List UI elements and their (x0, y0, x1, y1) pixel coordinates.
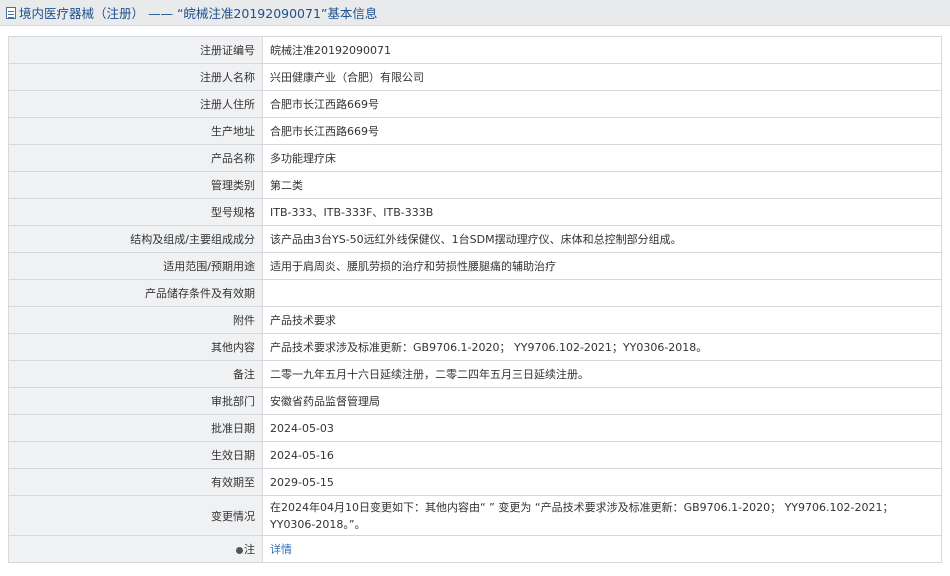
table-row: 适用范围/预期用途 适用于肩周炎、腰肌劳损的治疗和劳损性腰腿痛的辅助治疗 (8, 252, 942, 280)
row-value: 在2024年04月10日变更如下：其他内容由“ ” 变更为 “产品技术要求涉及标… (262, 495, 942, 536)
row-value: 2024-05-16 (262, 441, 942, 469)
note-row: 注 详情 (8, 535, 942, 563)
row-label: 型号规格 (8, 198, 263, 226)
row-label: 批准日期 (8, 414, 263, 442)
row-label: 有效期至 (8, 468, 263, 496)
row-label: 其他内容 (8, 333, 263, 361)
table-row: 审批部门 安徽省药品监督管理局 (8, 387, 942, 415)
table-row: 备注 二零一九年五月十六日延续注册，二零二四年五月三日延续注册。 (8, 360, 942, 388)
info-table: 注册证编号 皖械注准20192090071 注册人名称 兴田健康产业（合肥）有限… (8, 36, 942, 563)
row-label: 生效日期 (8, 441, 263, 469)
row-label: 注册证编号 (8, 36, 263, 64)
row-label: 适用范围/预期用途 (8, 252, 263, 280)
table-row: 注册人住所 合肥市长江西路669号 (8, 90, 942, 118)
row-value: 产品技术要求涉及标准更新：GB9706.1-2020； YY9706.102-2… (262, 333, 942, 361)
row-value: 该产品由3台YS-50远红外线保健仪、1台SDM摆动理疗仪、床体和总控制部分组成… (262, 225, 942, 253)
table-row: 产品名称 多功能理疗床 (8, 144, 942, 172)
row-value: 第二类 (262, 171, 942, 199)
table-row: 型号规格 ITB-333、ITB-333F、ITB-333B (8, 198, 942, 226)
row-label: 注册人住所 (8, 90, 263, 118)
row-value: ITB-333、ITB-333F、ITB-333B (262, 198, 942, 226)
row-value: 2024-05-03 (262, 414, 942, 442)
row-value: 2029-05-15 (262, 468, 942, 496)
table-row: 附件 产品技术要求 (8, 306, 942, 334)
details-link[interactable]: 详情 (270, 543, 292, 556)
note-value-cell: 详情 (262, 535, 942, 563)
table-row: 有效期至 2029-05-15 (8, 468, 942, 496)
page-title: 境内医疗器械（注册） —— “皖械注准20192090071”基本信息 (19, 6, 378, 21)
row-value: 适用于肩周炎、腰肌劳损的治疗和劳损性腰腿痛的辅助治疗 (262, 252, 942, 280)
row-value: 皖械注准20192090071 (262, 36, 942, 64)
row-label: 生产地址 (8, 117, 263, 145)
row-label: 审批部门 (8, 387, 263, 415)
row-label: 管理类别 (8, 171, 263, 199)
row-value: 安徽省药品监督管理局 (262, 387, 942, 415)
row-label: 结构及组成/主要组成成分 (8, 225, 263, 253)
page-header: 境内医疗器械（注册） —— “皖械注准20192090071”基本信息 (0, 0, 950, 26)
row-value: 合肥市长江西路669号 (262, 90, 942, 118)
row-value: 多功能理疗床 (262, 144, 942, 172)
table-row: 产品储存条件及有效期 (8, 279, 942, 307)
row-label: 注册人名称 (8, 63, 263, 91)
note-label: 注 (244, 543, 255, 556)
document-icon (6, 6, 16, 19)
table-row: 生效日期 2024-05-16 (8, 441, 942, 469)
table-row: 其他内容 产品技术要求涉及标准更新：GB9706.1-2020； YY9706.… (8, 333, 942, 361)
row-value: 二零一九年五月十六日延续注册，二零二四年五月三日延续注册。 (262, 360, 942, 388)
table-row: 注册人名称 兴田健康产业（合肥）有限公司 (8, 63, 942, 91)
bullet-dot-icon (236, 546, 243, 554)
row-label: 产品储存条件及有效期 (8, 279, 263, 307)
row-value: 合肥市长江西路669号 (262, 117, 942, 145)
row-label: 产品名称 (8, 144, 263, 172)
note-label-cell: 注 (8, 535, 263, 563)
table-row: 注册证编号 皖械注准20192090071 (8, 36, 942, 64)
table-row: 结构及组成/主要组成成分 该产品由3台YS-50远红外线保健仪、1台SDM摆动理… (8, 225, 942, 253)
table-row: 管理类别 第二类 (8, 171, 942, 199)
row-value: 兴田健康产业（合肥）有限公司 (262, 63, 942, 91)
row-value: 产品技术要求 (262, 306, 942, 334)
row-label: 附件 (8, 306, 263, 334)
row-label: 备注 (8, 360, 263, 388)
table-row: 批准日期 2024-05-03 (8, 414, 942, 442)
table-row: 变更情况 在2024年04月10日变更如下：其他内容由“ ” 变更为 “产品技术… (8, 495, 942, 536)
row-value (262, 279, 942, 307)
table-row: 生产地址 合肥市长江西路669号 (8, 117, 942, 145)
row-label: 变更情况 (8, 495, 263, 536)
